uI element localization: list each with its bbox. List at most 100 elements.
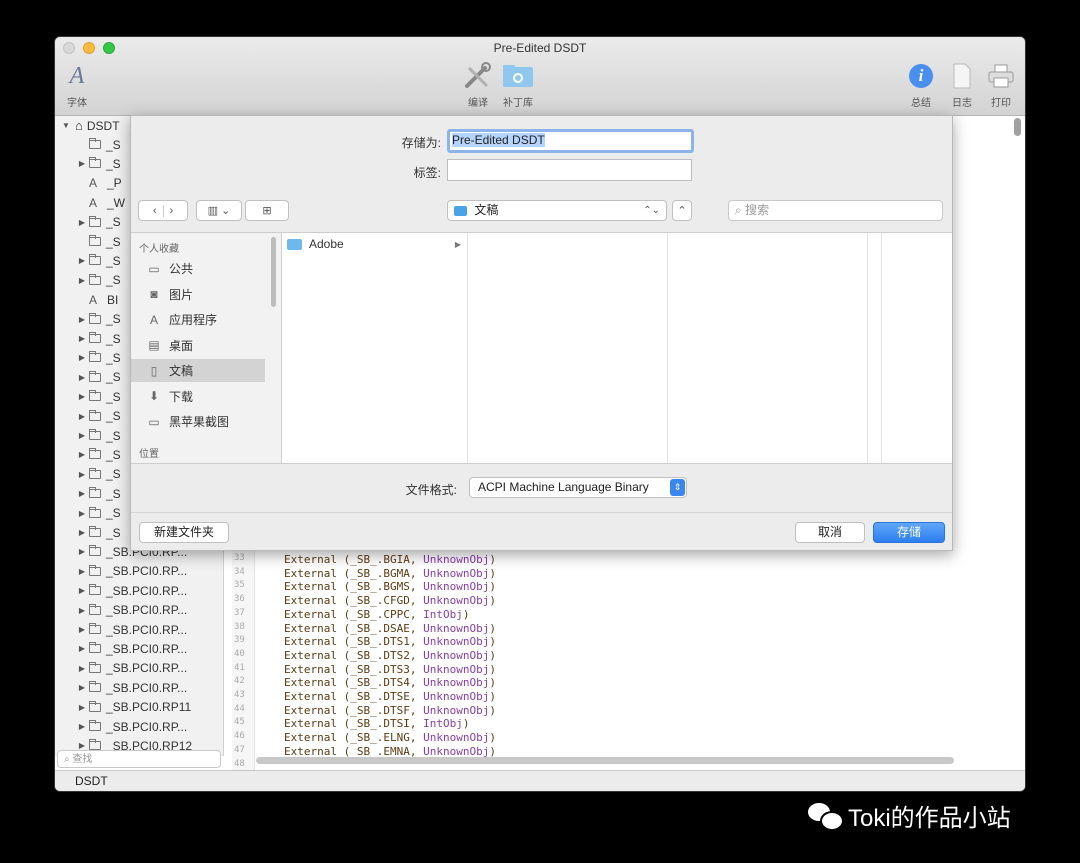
tree-item[interactable]: ▶ _SB.PCI0.RP... bbox=[55, 601, 223, 620]
sidebar-search-input[interactable]: ⌕ 查找 bbox=[57, 750, 221, 768]
disclosure-closed-icon[interactable]: ▶ bbox=[77, 159, 87, 168]
code-punct: , bbox=[409, 731, 424, 745]
compile-toolbar-button[interactable]: 编译 bbox=[460, 61, 496, 109]
code-keyword: External bbox=[284, 648, 337, 662]
tree-item[interactable]: ▶ _SB.PCI0.RP... bbox=[55, 659, 223, 678]
code-line[interactable]: External (_SB_.BGIA, UnknownObj) bbox=[284, 553, 496, 567]
patch-toolbar-button[interactable]: 补丁库 bbox=[498, 61, 538, 109]
disclosure-closed-icon[interactable]: ▶ bbox=[77, 276, 87, 285]
code-line[interactable]: External (_SB_.DTS3, UnknownObj) bbox=[284, 663, 496, 677]
disclosure-closed-icon[interactable]: ▶ bbox=[77, 586, 87, 595]
code-punct: ( bbox=[336, 553, 351, 566]
disclosure-closed-icon[interactable]: ▶ bbox=[77, 509, 87, 518]
code-line[interactable]: External (_SB_.CPPC, IntObj) bbox=[284, 608, 469, 622]
code-type: IntObj bbox=[423, 717, 463, 731]
disclosure-closed-icon[interactable]: ▶ bbox=[77, 334, 87, 343]
back-forward-buttons[interactable]: ‹ › bbox=[138, 200, 188, 221]
code-name: _SB_.DTSE bbox=[350, 690, 410, 703]
disclosure-closed-icon[interactable]: ▶ bbox=[77, 547, 87, 556]
disclosure-closed-icon[interactable]: ▶ bbox=[77, 567, 87, 576]
collapse-button[interactable]: ⌃ bbox=[672, 200, 692, 221]
tree-item[interactable]: ▶ _SB.PCI0.RP... bbox=[55, 581, 223, 600]
folder-icon bbox=[89, 351, 101, 363]
code-punct: ) bbox=[462, 717, 470, 731]
folder-icon bbox=[89, 235, 101, 246]
tree-item[interactable]: ▶ _SB.PCI0.RP... bbox=[55, 562, 223, 581]
code-line[interactable]: External (_SB_.CFGD, UnknownObj) bbox=[284, 594, 496, 608]
tree-item[interactable]: ▶ _SB.PCI0.RP... bbox=[55, 620, 223, 639]
save-button[interactable]: 存储 bbox=[873, 522, 945, 543]
code-keyword: External bbox=[284, 744, 337, 758]
format-label: 文件格式: bbox=[405, 483, 457, 497]
disclosure-closed-icon[interactable]: ▶ bbox=[77, 664, 87, 673]
code-line[interactable]: External (_SB_.BGMS, UnknownObj) bbox=[284, 580, 496, 594]
folder-icon bbox=[89, 564, 101, 576]
tree-item[interactable]: ▶ _SB.PCI0.RP11 bbox=[55, 698, 223, 717]
code-punct: ) bbox=[489, 648, 496, 662]
font-toolbar-button[interactable]: A 字体 bbox=[63, 61, 91, 110]
code-keyword: External bbox=[284, 690, 337, 703]
favorite-item[interactable]: ▤ 桌面 bbox=[131, 334, 265, 357]
code-line[interactable]: External (_SB_.DTS4, UnknownObj) bbox=[284, 676, 496, 690]
new-folder-button[interactable]: 新建文件夹 bbox=[139, 522, 229, 543]
code-line[interactable]: External (_SB_.BGMA, UnknownObj) bbox=[284, 567, 496, 581]
disclosure-closed-icon[interactable]: ▶ bbox=[77, 683, 87, 692]
tree-item[interactable]: ▶ _SB.PCI0.RP... bbox=[55, 678, 223, 697]
favorite-item[interactable]: A 应用程序 bbox=[131, 308, 265, 331]
vertical-scrollbar[interactable] bbox=[1014, 118, 1021, 136]
dialog-search-input[interactable]: ⌕ 搜索 bbox=[728, 200, 943, 221]
disclosure-open-icon[interactable]: ▼ bbox=[61, 121, 71, 130]
favorite-item[interactable]: ▭ 公共 bbox=[131, 257, 265, 280]
code-line[interactable]: External (_SB_.DTSE, UnknownObj) bbox=[284, 690, 496, 704]
disclosure-closed-icon[interactable]: ▶ bbox=[77, 644, 87, 653]
favorites-scrollbar[interactable] bbox=[271, 237, 276, 307]
favorite-item[interactable]: ◙ 图片 bbox=[131, 283, 265, 306]
code-line[interactable]: External (_SB_.DSAE, UnknownObj) bbox=[284, 622, 496, 636]
back-icon[interactable]: ‹ bbox=[147, 204, 164, 217]
code-line[interactable]: External (_SB_.ELNG, UnknownObj) bbox=[284, 731, 496, 745]
disclosure-closed-icon[interactable]: ▶ bbox=[77, 703, 87, 712]
disclosure-closed-icon[interactable]: ▶ bbox=[77, 625, 87, 634]
summary-toolbar-button[interactable]: i 总结 bbox=[906, 61, 936, 109]
print-toolbar-button[interactable]: 打印 bbox=[986, 61, 1016, 109]
favorite-item[interactable]: ▭ 黑苹果截图 bbox=[131, 410, 265, 433]
tree-item[interactable]: ▶ _SB.PCI0.RP... bbox=[55, 639, 223, 658]
location-popup[interactable]: 文稿 ⌃⌄ bbox=[447, 200, 667, 221]
code-keyword: External bbox=[284, 635, 337, 649]
disclosure-closed-icon[interactable]: ▶ bbox=[77, 353, 87, 362]
horizontal-scrollbar[interactable] bbox=[256, 757, 954, 764]
code-punct: ) bbox=[489, 703, 496, 717]
disclosure-closed-icon[interactable]: ▶ bbox=[77, 412, 87, 421]
disclosure-closed-icon[interactable]: ▶ bbox=[77, 722, 87, 731]
view-mode-button[interactable]: ▥ ⌄ bbox=[196, 200, 242, 221]
disclosure-closed-icon[interactable]: ▶ bbox=[77, 392, 87, 401]
disclosure-closed-icon[interactable]: ▶ bbox=[77, 606, 87, 615]
folder-icon bbox=[89, 661, 101, 673]
log-toolbar-button[interactable]: 日志 bbox=[948, 61, 976, 109]
code-line[interactable]: External (_SB_.DTSF, UnknownObj) bbox=[284, 704, 496, 718]
disclosure-closed-icon[interactable]: ▶ bbox=[77, 431, 87, 440]
file-format-popup[interactable]: ACPI Machine Language Binary ⇕ bbox=[469, 477, 687, 498]
disclosure-closed-icon[interactable]: ▶ bbox=[77, 528, 87, 537]
favorite-item[interactable]: ⬇ 下载 bbox=[131, 385, 265, 408]
tree-item[interactable]: ▶ _SB.PCI0.RP... bbox=[55, 717, 223, 736]
disclosure-closed-icon[interactable]: ▶ bbox=[77, 315, 87, 324]
code-punct: , bbox=[409, 744, 424, 758]
cancel-button[interactable]: 取消 bbox=[795, 522, 865, 543]
disclosure-closed-icon[interactable]: ▶ bbox=[77, 450, 87, 459]
disclosure-closed-icon[interactable]: ▶ bbox=[77, 470, 87, 479]
tags-input[interactable] bbox=[447, 159, 692, 181]
code-line[interactable]: External (_SB_.DTS1, UnknownObj) bbox=[284, 635, 496, 649]
save-as-value: Pre-Edited DSDT bbox=[452, 133, 545, 147]
new-folder-icon-button[interactable]: ⊞ bbox=[245, 200, 289, 221]
code-line[interactable]: External (_SB_.DTSI, IntObj) bbox=[284, 717, 469, 731]
disclosure-closed-icon[interactable]: ▶ bbox=[77, 489, 87, 498]
favorite-item[interactable]: ▯ 文稿 bbox=[131, 359, 265, 382]
save-as-input[interactable]: Pre-Edited DSDT bbox=[447, 129, 694, 153]
code-line[interactable]: External (_SB_.DTS2, UnknownObj) bbox=[284, 649, 496, 663]
disclosure-closed-icon[interactable]: ▶ bbox=[77, 373, 87, 382]
disclosure-closed-icon[interactable]: ▶ bbox=[77, 256, 87, 265]
disclosure-closed-icon[interactable]: ▶ bbox=[77, 218, 87, 227]
file-item[interactable]: Adobe ▶ bbox=[287, 235, 465, 253]
forward-icon[interactable]: › bbox=[164, 205, 180, 217]
